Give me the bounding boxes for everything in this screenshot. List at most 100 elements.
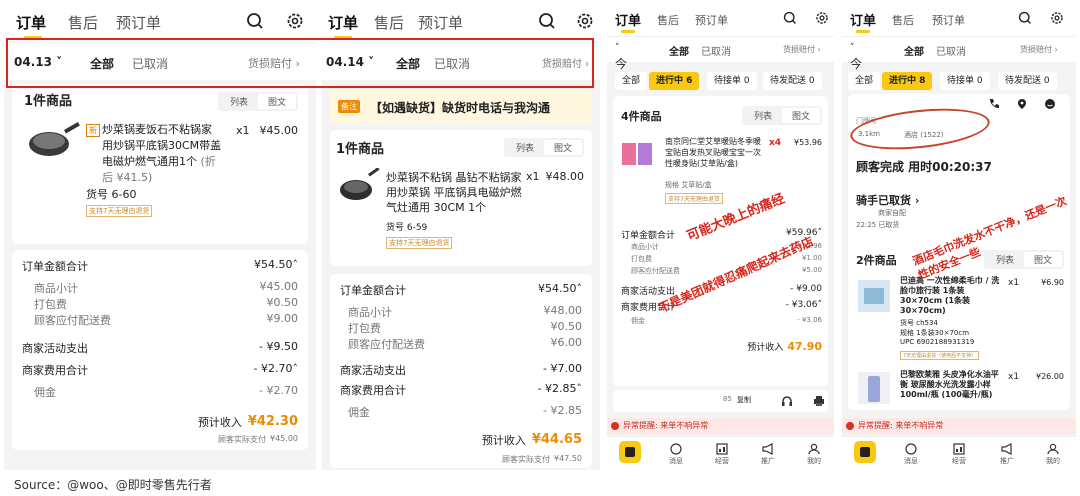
customer-paid-label: 顾客实际支付	[502, 455, 550, 464]
chip-to-deliver[interactable]: 待发配送 0	[998, 72, 1057, 90]
nav-home[interactable]	[615, 441, 645, 463]
nav-me[interactable]: 我的	[799, 443, 829, 466]
towel-product-image	[858, 280, 890, 312]
item1-upc: UPC 6902188931319	[900, 338, 975, 346]
message-icon	[670, 443, 682, 455]
delivery-status: 顾客完成 用时00:20:37	[856, 160, 992, 174]
tab-after-sales[interactable]: 售后	[68, 12, 98, 33]
nav-business[interactable]: 经营	[707, 443, 737, 466]
return-policy-tag: 支持7天无理由退货	[386, 237, 453, 249]
nav-messages[interactable]: 消息	[661, 443, 691, 466]
list-view-button[interactable]: 列表	[220, 94, 258, 109]
tab-pre-orders[interactable]: 预订单	[932, 12, 965, 28]
rider-status[interactable]: 骑手已取货 ›	[856, 192, 919, 208]
order-total-value[interactable]: ¥54.50˄	[254, 258, 298, 274]
filter-all[interactable]: 全部	[904, 43, 924, 58]
image-view-button[interactable]: 图文	[257, 94, 296, 109]
chart-icon	[953, 443, 965, 455]
date-selector[interactable]: 今日 ˅	[850, 43, 862, 88]
nav-business[interactable]: 经营	[944, 443, 974, 466]
delivery-fee-value: ¥9.00	[266, 312, 299, 325]
image-view-button[interactable]: 图文	[543, 140, 582, 155]
chip-to-accept[interactable]: 待接单 0	[707, 72, 757, 90]
image-view-button[interactable]: 图文	[781, 108, 820, 123]
loss-compensation-link[interactable]: 货损赔付 ›	[783, 44, 821, 55]
order-note: 备注 【如遇缺货】缺货时电话与我沟通	[330, 90, 592, 124]
pack-fee-value: ¥0.50	[266, 296, 299, 309]
search-icon[interactable]	[1018, 11, 1032, 25]
tab-pre-orders[interactable]: 预订单	[695, 12, 728, 28]
location-icon[interactable]	[1016, 98, 1028, 110]
amount-card: 订单金额合计 ¥54.50˄ 商品小计 ¥48.00 打包费 ¥0.50 顾客应付配送…	[330, 274, 592, 468]
date-selector[interactable]: 今日 ˅	[615, 43, 627, 88]
list-view-button[interactable]: 列表	[506, 140, 544, 155]
phone-icon[interactable]	[988, 98, 1000, 110]
product-image	[622, 143, 652, 165]
goods-count: 2件商品	[856, 254, 897, 267]
tab-pre-orders[interactable]: 预订单	[116, 12, 161, 33]
chip-in-progress[interactable]: 进行中 8	[882, 72, 933, 90]
filter-all[interactable]: 全部	[669, 43, 689, 58]
product-qty: x1	[236, 124, 250, 137]
headset-icon[interactable]	[781, 395, 793, 407]
printer-icon[interactable]	[813, 395, 825, 407]
gear-icon[interactable]	[1050, 11, 1064, 25]
copy-button[interactable]: 复制	[737, 395, 751, 405]
merchant-fee-value[interactable]: - ¥2.70˄	[254, 362, 298, 378]
commission-label: 佣金	[348, 406, 370, 419]
bottom-nav: 消息 经营 推广 我的	[607, 436, 834, 470]
chat-icon[interactable]	[1044, 98, 1056, 110]
chip-all[interactable]: 全部	[615, 72, 648, 90]
goods-count: 1件商品	[24, 94, 73, 109]
tab-orders[interactable]: 订单	[615, 10, 641, 29]
goods-card: 1件商品 列表 图文 炒菜锅不粘锅 晶钻不粘锅家用炒菜锅 平底锅具电磁炉燃气灶通…	[330, 130, 592, 266]
tab-orders[interactable]: 订单	[850, 10, 876, 29]
subtotal-label: 商品小计	[34, 282, 78, 295]
filter-cancelled[interactable]: 已取消	[701, 43, 731, 58]
tab-after-sales[interactable]: 售后	[657, 12, 679, 28]
commission-value: - ¥3.06	[797, 316, 822, 324]
highlight-box	[6, 38, 594, 88]
product-name: 炒菜锅不粘锅 晶钻不粘锅家用炒菜锅 平底锅具电磁炉燃气灶通用 30CM 1个	[386, 171, 522, 214]
search-icon[interactable]	[783, 11, 797, 25]
nav-me[interactable]: 我的	[1038, 443, 1068, 466]
tab-underline	[621, 30, 635, 33]
chip-in-progress[interactable]: 进行中 6	[649, 72, 700, 90]
chip-to-deliver[interactable]: 待发配送 0	[763, 72, 822, 90]
tab-after-sales[interactable]: 售后	[374, 12, 404, 33]
search-icon[interactable]	[246, 12, 264, 30]
merchant-fee-value[interactable]: - ¥3.06˄	[786, 300, 822, 313]
gear-icon[interactable]	[286, 12, 304, 30]
tab-pre-orders[interactable]: 预订单	[418, 12, 463, 33]
alert-bar[interactable]: 异常提醒: 来单不响异常	[607, 418, 834, 434]
tab-orders[interactable]: 订单	[16, 12, 46, 33]
nav-promotion[interactable]: 推广	[753, 443, 783, 466]
list-view-button[interactable]: 列表	[744, 108, 782, 123]
gear-icon[interactable]	[815, 11, 829, 25]
wok-product-image	[29, 122, 80, 156]
alert-bar[interactable]: 异常提醒: 来单不响异常	[842, 418, 1076, 434]
image-view-button[interactable]: 图文	[1023, 252, 1062, 267]
filter-bar: 今日 ˅ 全部 已取消 货损赔付 ›	[842, 36, 1076, 88]
loss-compensation-link[interactable]: 货损赔付 ›	[1020, 44, 1058, 55]
product-price: ¥45.00	[259, 124, 299, 137]
item1-name: 巴迪高 一次性绵柔毛巾 / 洗脸巾旅行装 1条装30×70cm (1条装30×7…	[900, 276, 1000, 315]
order-total-label: 订单金额合计	[340, 284, 406, 297]
tab-after-sales[interactable]: 售后	[892, 12, 914, 28]
search-icon[interactable]	[538, 12, 556, 30]
goods-card: 1件商品 列表 图文 新 炒菜锅麦饭石不粘锅家用炒锅平底锅30CM带盖 电磁炉燃…	[12, 84, 308, 244]
commission-value: - ¥2.85	[543, 404, 582, 417]
tab-orders[interactable]: 订单	[328, 12, 358, 33]
chip-all[interactable]: 全部	[848, 72, 881, 90]
product-sku: 货号 6-60	[86, 188, 137, 201]
order-total-value[interactable]: ¥54.50˄	[538, 282, 582, 298]
nav-promotion[interactable]: 推广	[992, 443, 1022, 466]
est-income-value: 47.90	[787, 340, 822, 353]
filter-cancelled[interactable]: 已取消	[936, 43, 966, 58]
chip-to-accept[interactable]: 待接单 0	[940, 72, 990, 90]
merchant-fee-value[interactable]: - ¥2.85˄	[538, 382, 582, 398]
nav-messages[interactable]: 消息	[896, 443, 926, 466]
gear-icon[interactable]	[576, 12, 594, 30]
est-income-value: ¥42.30	[247, 414, 298, 429]
nav-home[interactable]	[850, 441, 880, 463]
